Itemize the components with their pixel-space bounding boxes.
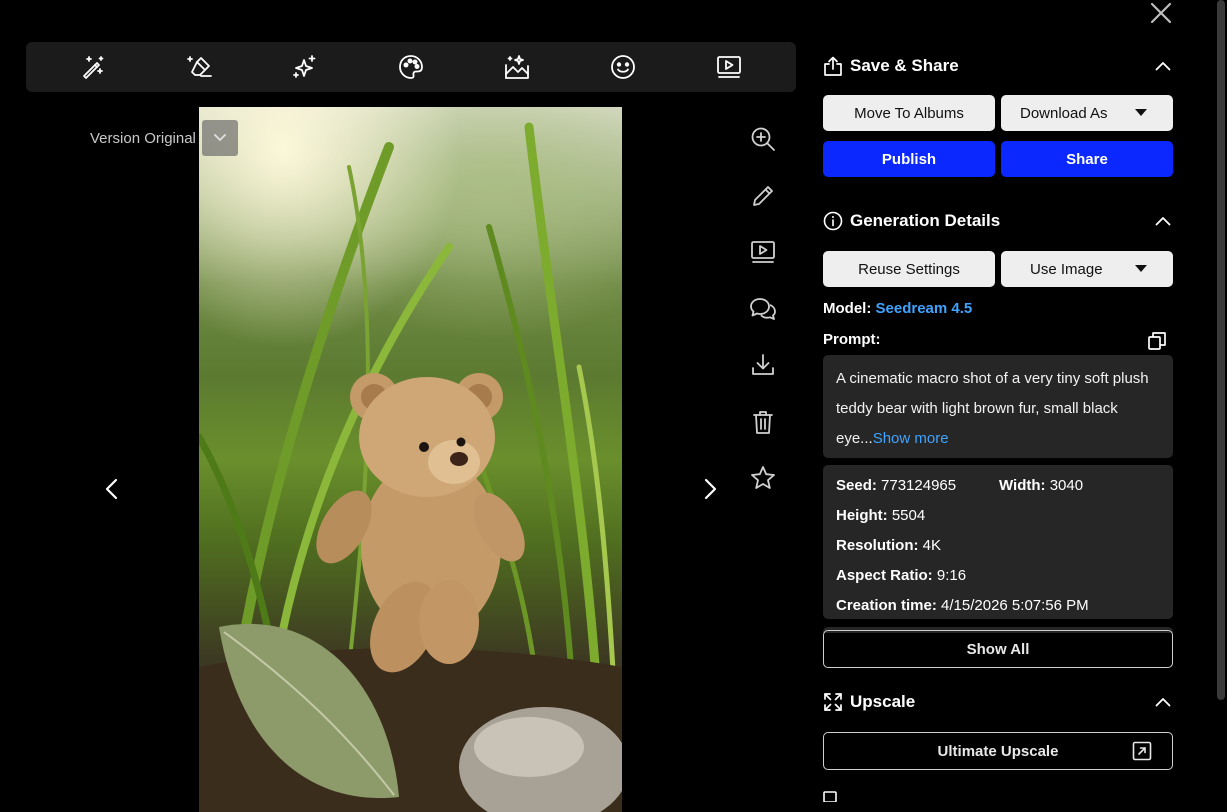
comments-icon	[750, 297, 776, 320]
edit-toolbar	[26, 42, 796, 92]
chevron-up-icon	[1155, 217, 1171, 226]
save-share-collapse[interactable]	[1153, 56, 1173, 76]
move-to-albums-button[interactable]: Move To Albums	[823, 95, 995, 131]
chevron-up-icon	[1155, 62, 1171, 71]
caret-down-icon	[1135, 109, 1147, 116]
video-icon	[751, 241, 775, 263]
magic-wand-icon	[83, 56, 104, 79]
chevron-left-icon	[105, 478, 118, 500]
comments-button[interactable]	[744, 290, 782, 328]
external-link-icon	[1132, 741, 1152, 761]
show-more-link[interactable]: Show more	[873, 430, 949, 447]
image-edit-tool[interactable]	[464, 42, 570, 92]
panel-scrollbar[interactable]	[1217, 0, 1225, 700]
creation-time-value: 4/15/2026 5:07:56 PM	[941, 597, 1089, 614]
eraser-tool[interactable]	[146, 42, 252, 92]
face-tool[interactable]	[570, 42, 676, 92]
use-image-button[interactable]: Use Image	[1001, 251, 1173, 287]
close-icon	[1150, 2, 1172, 24]
zoom-in-icon	[751, 127, 775, 151]
star-icon	[751, 466, 775, 489]
aspect-ratio-value: 9:16	[936, 567, 967, 584]
upscale-collapse[interactable]	[1153, 692, 1173, 712]
caret-down-icon	[1135, 265, 1147, 272]
model-link[interactable]: Seedream 4.5	[876, 300, 973, 317]
generation-details-title: Generation Details	[850, 211, 1001, 230]
edit-button[interactable]	[744, 177, 782, 215]
prompt-text-box: A cinematic macro shot of a very tiny so…	[823, 355, 1173, 458]
share-button[interactable]: Share	[1001, 141, 1173, 177]
creation-time-row: Creation time: 4/15/2026 5:07:56 PM	[836, 597, 1089, 614]
download-button[interactable]	[744, 346, 782, 384]
eraser-icon	[187, 56, 212, 77]
next-image-button[interactable]	[696, 469, 726, 509]
use-image-label: Use Image	[1030, 260, 1103, 278]
chevron-up-icon	[1155, 698, 1171, 707]
enhance-tool[interactable]	[252, 42, 358, 92]
generation-metadata: Seed: 773124965 Width: 3040 Height: 5504…	[823, 465, 1173, 619]
chevron-down-icon	[213, 134, 226, 142]
prompt-label: Prompt:	[823, 331, 881, 348]
magic-wand-tool[interactable]	[40, 42, 146, 92]
zoom-button[interactable]	[744, 120, 782, 158]
aspect-ratio-row: Aspect Ratio: 9:16	[836, 567, 967, 584]
width-row: Width: 3040	[999, 477, 1084, 494]
expand-icon	[824, 693, 842, 711]
sparkles-icon	[293, 55, 316, 78]
variation-icon	[823, 791, 837, 802]
download-as-button[interactable]: Download As	[1001, 95, 1173, 131]
save-share-title: Save & Share	[850, 56, 959, 75]
image-magic-icon	[505, 55, 529, 79]
animate-button[interactable]	[744, 233, 782, 271]
share-upload-icon	[824, 56, 842, 76]
copy-icon	[1148, 332, 1166, 350]
publish-button[interactable]: Publish	[823, 141, 995, 177]
download-icon	[752, 354, 774, 375]
previous-image-button[interactable]	[96, 469, 126, 509]
show-all-button[interactable]: Show All	[823, 630, 1173, 668]
model-line: Model: Seedream 4.5	[823, 300, 1173, 320]
prompt-heading: Prompt:	[823, 331, 1173, 351]
generation-details-collapse[interactable]	[1153, 211, 1173, 231]
version-label: Version Original	[90, 129, 196, 147]
palette-icon	[399, 55, 423, 79]
resolution-value: 4K	[922, 537, 942, 554]
details-panel: Save & Share Move To Albums Download As …	[823, 50, 1173, 804]
resolution-row: Resolution: 4K	[836, 537, 942, 554]
video-tool[interactable]	[676, 42, 782, 92]
generation-details-header[interactable]: Generation Details	[823, 205, 1173, 237]
height-row: Height: 5504	[836, 507, 926, 524]
save-share-header[interactable]: Save & Share	[823, 50, 1173, 82]
style-tool[interactable]	[358, 42, 464, 92]
copy-prompt-button[interactable]	[1147, 331, 1167, 351]
version-dropdown[interactable]: Version Original	[90, 120, 238, 156]
version-chevron-box[interactable]	[201, 120, 238, 156]
ultimate-upscale-label: Ultimate Upscale	[937, 742, 1059, 760]
image-actions-column	[744, 120, 782, 516]
chevron-right-icon	[704, 478, 717, 500]
upscale-title: Upscale	[850, 692, 916, 711]
height-value: 5504	[891, 507, 926, 524]
video-icon	[717, 56, 741, 78]
ultimate-upscale-button[interactable]: Ultimate Upscale	[823, 732, 1173, 770]
next-section-peek	[823, 784, 1173, 804]
download-as-label: Download As	[1020, 104, 1108, 122]
upscale-header[interactable]: Upscale	[823, 686, 1173, 718]
delete-button[interactable]	[744, 403, 782, 441]
seed-row: Seed: 773124965	[836, 477, 957, 494]
width-value: 3040	[1049, 477, 1084, 494]
generated-image	[199, 107, 622, 812]
model-label: Model:	[823, 300, 872, 317]
teddy-bear-photo-icon	[199, 122, 622, 812]
seed-value: 773124965	[881, 477, 957, 494]
favorite-button[interactable]	[744, 459, 782, 497]
reuse-settings-button[interactable]: Reuse Settings	[823, 251, 995, 287]
smiley-icon	[611, 55, 635, 79]
info-icon	[823, 211, 843, 231]
trash-icon	[753, 410, 773, 434]
close-button[interactable]	[1148, 0, 1174, 26]
image-viewer-modal: Version Original Save & Share Move To Al…	[0, 0, 1227, 812]
edit-pencil-icon	[753, 185, 773, 206]
